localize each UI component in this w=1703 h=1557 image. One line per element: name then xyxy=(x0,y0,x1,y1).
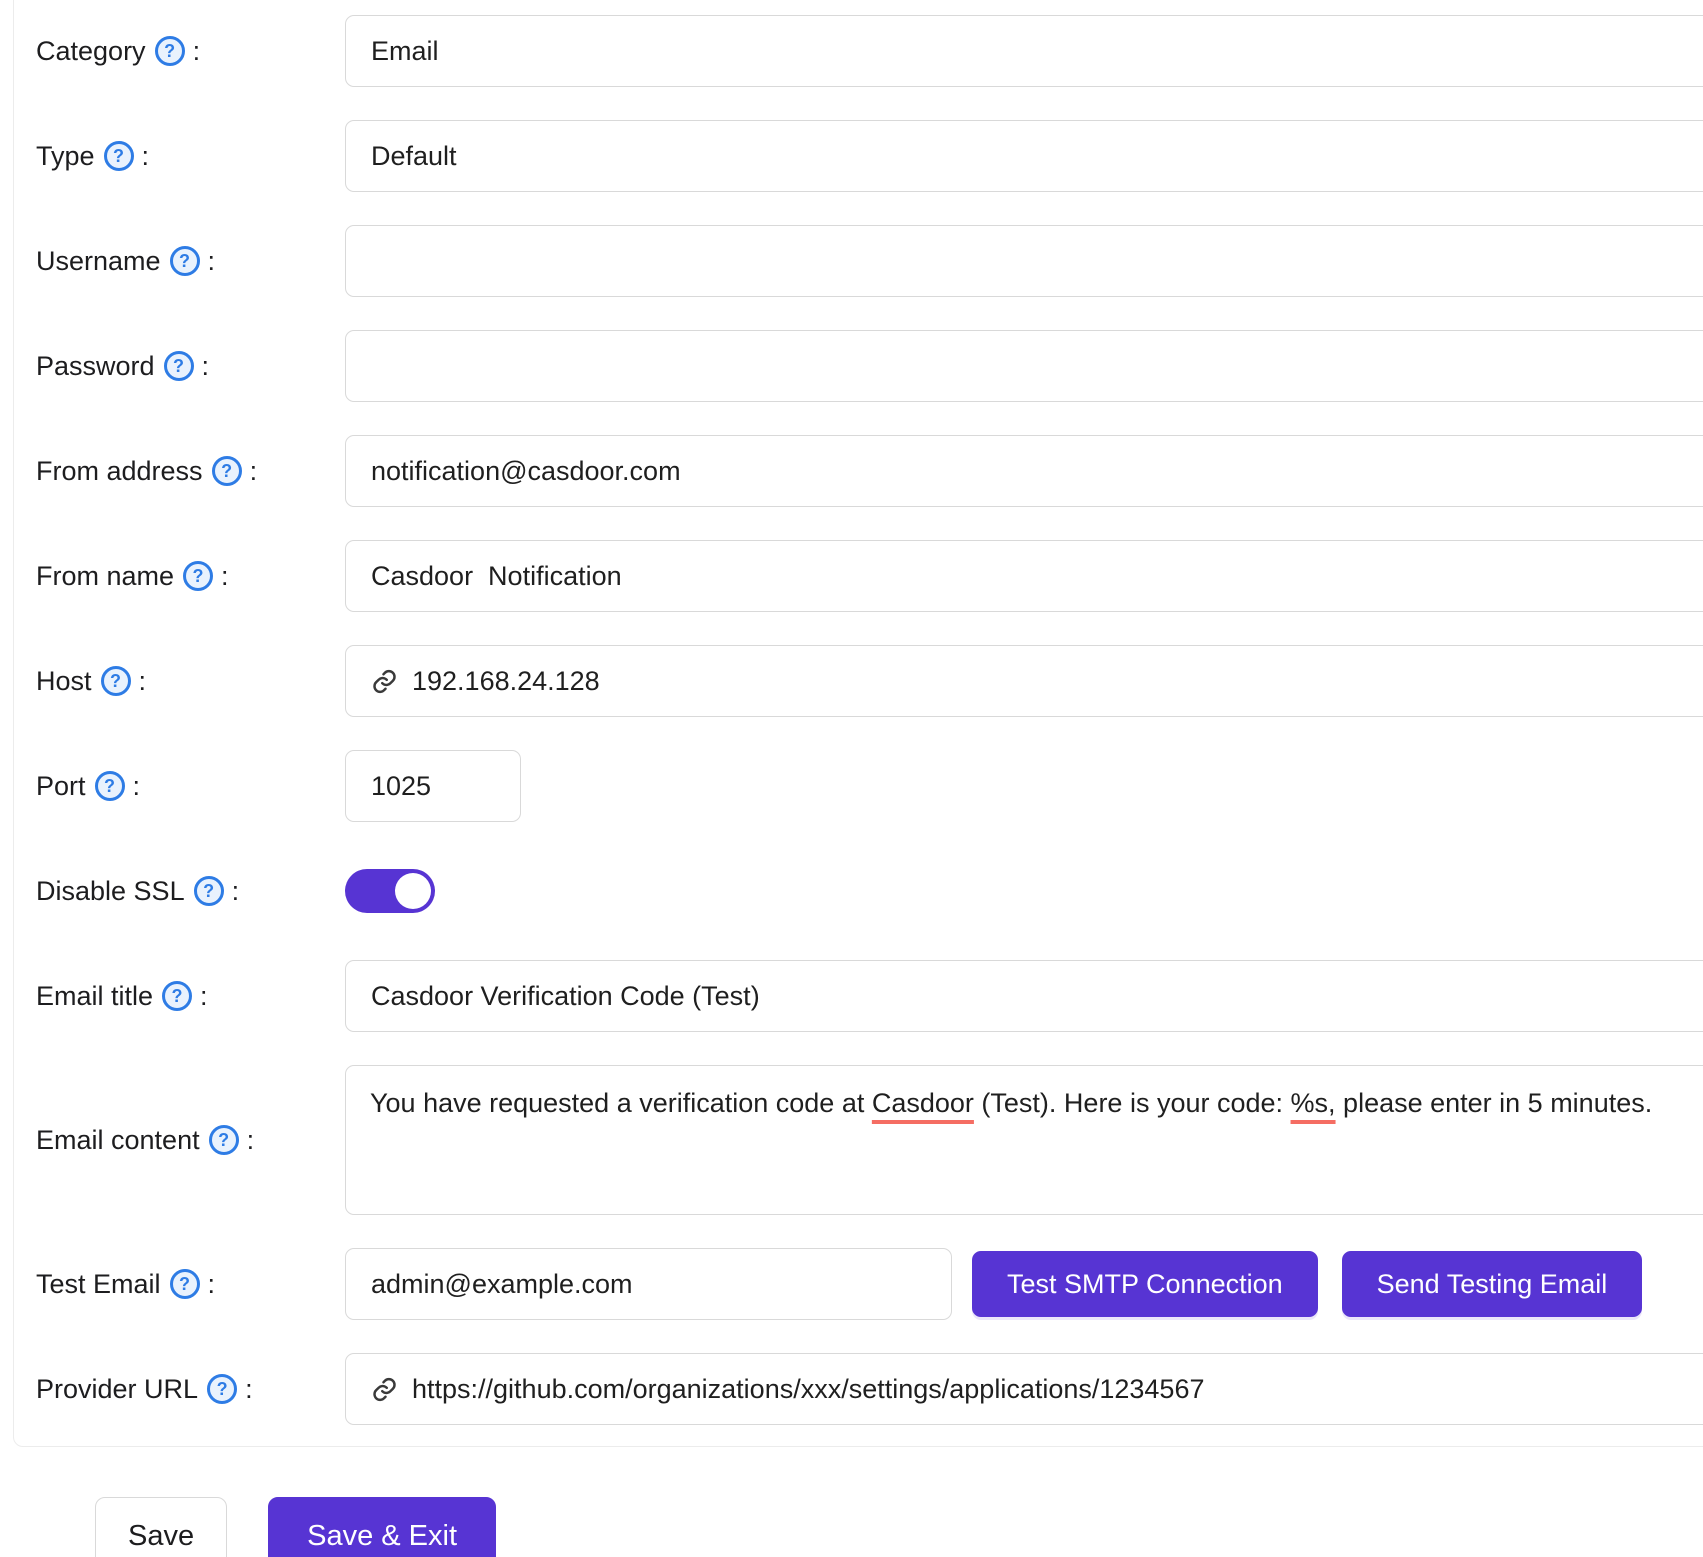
help-icon[interactable]: ? xyxy=(209,1125,239,1155)
row-email-content: Email content ? : You have requested a v… xyxy=(36,1065,1703,1215)
label-colon: : xyxy=(133,771,141,802)
label-colon: : xyxy=(139,666,147,697)
toggle-knob xyxy=(395,873,431,909)
help-icon[interactable]: ? xyxy=(164,351,194,381)
help-icon[interactable]: ? xyxy=(170,246,200,276)
host-label-text: Host xyxy=(36,666,92,697)
test-email-label: Test Email ? : xyxy=(36,1269,345,1300)
help-icon[interactable]: ? xyxy=(194,876,224,906)
password-label: Password ? : xyxy=(36,351,345,382)
password-input[interactable] xyxy=(345,330,1703,402)
from-address-label: From address ? : xyxy=(36,456,345,487)
username-input[interactable] xyxy=(345,225,1703,297)
email-content-label: Email content ? : xyxy=(36,1125,345,1156)
link-icon xyxy=(371,668,398,695)
row-password: Password ? : xyxy=(36,330,1703,402)
label-colon: : xyxy=(208,1269,216,1300)
port-input[interactable] xyxy=(345,750,521,822)
password-label-text: Password xyxy=(36,351,155,382)
port-label-text: Port xyxy=(36,771,86,802)
form-actions: Save Save & Exit xyxy=(95,1497,496,1557)
label-colon: : xyxy=(142,141,150,172)
row-test-email: Test Email ? : Test SMTP Connection Send… xyxy=(36,1248,1703,1320)
label-colon: : xyxy=(208,246,216,277)
help-icon[interactable]: ? xyxy=(155,36,185,66)
provider-url-input[interactable] xyxy=(412,1356,1703,1422)
label-colon: : xyxy=(202,351,210,382)
provider-url-label-text: Provider URL xyxy=(36,1374,198,1405)
port-label: Port ? : xyxy=(36,771,345,802)
username-label: Username ? : xyxy=(36,246,345,277)
provider-url-input-wrapper xyxy=(345,1353,1703,1425)
host-input[interactable] xyxy=(412,648,1703,714)
disable-ssl-label-text: Disable SSL xyxy=(36,876,185,907)
row-provider-url: Provider URL ? : xyxy=(36,1353,1703,1425)
save-and-exit-button[interactable]: Save & Exit xyxy=(268,1497,496,1557)
label-colon: : xyxy=(247,1125,255,1156)
from-name-input[interactable] xyxy=(345,540,1703,612)
help-icon[interactable]: ? xyxy=(207,1374,237,1404)
email-content-label-text: Email content xyxy=(36,1125,200,1156)
help-icon[interactable]: ? xyxy=(95,771,125,801)
provider-edit-card: Category ? : Type ? : Username ? : xyxy=(13,0,1703,1447)
host-input-wrapper xyxy=(345,645,1703,717)
username-label-text: Username xyxy=(36,246,161,277)
row-username: Username ? : xyxy=(36,225,1703,297)
row-disable-ssl: Disable SSL ? : xyxy=(36,855,1703,927)
help-icon[interactable]: ? xyxy=(162,981,192,1011)
email-content-part1: You have requested a verification code a… xyxy=(370,1088,872,1118)
help-icon[interactable]: ? xyxy=(170,1269,200,1299)
disable-ssl-toggle[interactable] xyxy=(345,869,435,913)
type-select[interactable] xyxy=(345,120,1703,192)
disable-ssl-label: Disable SSL ? : xyxy=(36,876,345,907)
label-colon: : xyxy=(245,1374,253,1405)
send-testing-email-button[interactable]: Send Testing Email xyxy=(1342,1251,1643,1317)
email-title-label-text: Email title xyxy=(36,981,153,1012)
type-label-text: Type xyxy=(36,141,95,172)
from-address-label-text: From address xyxy=(36,456,203,487)
row-port: Port ? : xyxy=(36,750,1703,822)
help-icon[interactable]: ? xyxy=(101,666,131,696)
category-label: Category ? : xyxy=(36,36,345,67)
row-type: Type ? : xyxy=(36,120,1703,192)
row-from-address: From address ? : xyxy=(36,435,1703,507)
email-title-input[interactable] xyxy=(345,960,1703,1032)
host-label: Host ? : xyxy=(36,666,345,697)
from-name-label-text: From name xyxy=(36,561,174,592)
label-colon: : xyxy=(193,36,201,67)
from-name-label: From name ? : xyxy=(36,561,345,592)
row-email-title: Email title ? : xyxy=(36,960,1703,1032)
email-content-part2: (Test). Here is your code: xyxy=(974,1088,1291,1118)
label-colon: : xyxy=(221,561,229,592)
help-icon[interactable]: ? xyxy=(183,561,213,591)
email-content-flagged-word: Casdoor xyxy=(872,1088,974,1118)
link-icon xyxy=(371,1376,398,1403)
label-colon: : xyxy=(250,456,258,487)
test-email-label-text: Test Email xyxy=(36,1269,161,1300)
type-label: Type ? : xyxy=(36,141,345,172)
row-host: Host ? : xyxy=(36,645,1703,717)
email-content-flagged-token: %s, xyxy=(1291,1088,1336,1118)
help-icon[interactable]: ? xyxy=(104,141,134,171)
label-colon: : xyxy=(200,981,208,1012)
provider-url-label: Provider URL ? : xyxy=(36,1374,345,1405)
help-icon[interactable]: ? xyxy=(212,456,242,486)
email-content-textarea[interactable]: You have requested a verification code a… xyxy=(345,1065,1703,1215)
test-email-input[interactable] xyxy=(345,1248,952,1320)
from-address-input[interactable] xyxy=(345,435,1703,507)
email-content-part3: please enter in 5 minutes. xyxy=(1336,1088,1653,1118)
test-smtp-connection-button[interactable]: Test SMTP Connection xyxy=(972,1251,1318,1317)
save-button[interactable]: Save xyxy=(95,1497,227,1557)
category-label-text: Category xyxy=(36,36,146,67)
row-category: Category ? : xyxy=(36,15,1703,87)
category-select[interactable] xyxy=(345,15,1703,87)
email-title-label: Email title ? : xyxy=(36,981,345,1012)
row-from-name: From name ? : xyxy=(36,540,1703,612)
label-colon: : xyxy=(232,876,240,907)
